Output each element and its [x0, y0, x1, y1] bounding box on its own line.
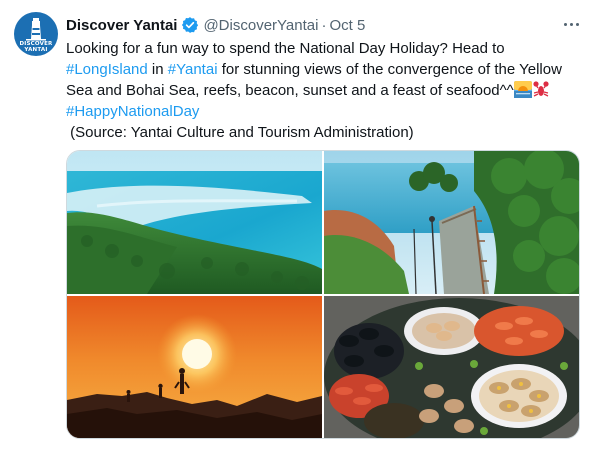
tweet-date[interactable]: Oct 5 [329, 17, 365, 34]
tweet-text-line: Sea and Bohai Sea, reefs, beacon, sunset… [66, 80, 578, 101]
coastal-walkway-photo[interactable] [324, 151, 579, 294]
tweet-text-fragment: in [147, 61, 168, 78]
seafood-feast-photo[interactable] [324, 296, 579, 438]
verified-badge-icon [182, 17, 199, 33]
tweet-header: Discover Yantai @DiscoverYantai · Oct 5 [66, 15, 365, 35]
tweet-text-fragment: for stunning views of the convergence of… [217, 61, 562, 78]
tweet-text-line: (Source: Yantai Culture and Tourism Admi… [66, 124, 414, 141]
tweet-text-line: Looking for a fun way to spend the Natio… [66, 40, 505, 57]
media-grid [66, 150, 580, 439]
more-options-icon[interactable] [560, 14, 582, 34]
header-separator: · [321, 16, 327, 34]
tweet-text-line: #LongIsland in #Yantai for stunning view… [66, 59, 578, 80]
lobster-emoji-icon [533, 81, 549, 97]
sunset-reef-photo[interactable] [67, 296, 322, 438]
sea-and-island-photo[interactable] [67, 151, 322, 294]
tweet-text: Looking for a fun way to spend the Natio… [66, 38, 578, 143]
avatar[interactable]: DISCOVER YANTAI [14, 12, 58, 56]
tweet-text-line: #HappyNationalDay [66, 101, 578, 122]
hashtag-happynationalday[interactable]: #HappyNationalDay [66, 103, 199, 120]
tweet-card[interactable]: DISCOVER YANTAI Discover Yantai @Discove… [0, 0, 595, 450]
hashtag-yantai[interactable]: #Yantai [168, 61, 218, 78]
avatar-text-yantai: YANTAI [24, 47, 48, 53]
hashtag-longisland[interactable]: #LongIsland [66, 61, 148, 78]
sunrise-emoji-icon [513, 81, 532, 98]
handle[interactable]: @DiscoverYantai [203, 17, 318, 34]
display-name[interactable]: Discover Yantai [66, 17, 177, 34]
tweet-text-fragment: Sea and Bohai Sea, reefs, beacon, sunset… [66, 82, 514, 99]
